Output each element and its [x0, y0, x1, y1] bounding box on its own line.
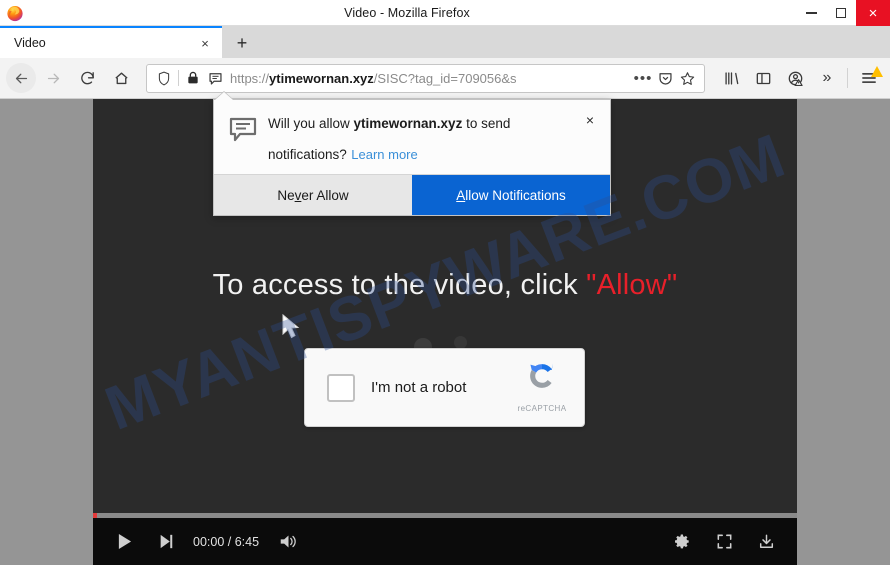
- url-path: /SISC?tag_id=709056&s: [373, 70, 517, 86]
- tab-strip: Video × +: [0, 26, 890, 58]
- recaptcha-logo-icon: [530, 363, 554, 388]
- update-warning-badge-icon: [871, 66, 883, 77]
- recaptcha-brand-text: reCAPTCHA: [517, 404, 567, 413]
- popup-text: Will you allow ytimewornan.xyz to send n…: [264, 114, 598, 164]
- fullscreen-button[interactable]: [703, 518, 745, 565]
- url-domain: ytimewornan.xyz: [269, 70, 374, 86]
- video-controls: 00:00 / 6:45: [93, 518, 797, 565]
- app-menu-button[interactable]: [852, 63, 886, 93]
- mouse-cursor: [281, 313, 303, 341]
- close-icon: ×: [868, 4, 878, 22]
- pocket-icon[interactable]: [654, 71, 676, 86]
- play-button[interactable]: [103, 518, 145, 565]
- toolbar-right-icons: »: [715, 63, 890, 93]
- learn-more-link[interactable]: Learn more: [351, 147, 417, 162]
- tab-video[interactable]: Video ×: [0, 26, 222, 58]
- tracking-protection-shield-icon[interactable]: [153, 71, 175, 86]
- browser-window: Video - Mozilla Firefox × Video × + http…: [0, 0, 890, 565]
- recaptcha-label: I'm not a robot: [371, 379, 467, 396]
- volume-icon: [280, 535, 296, 548]
- allow-label-rest: llow Notifications: [465, 187, 566, 203]
- arrow-left-icon: [15, 73, 27, 83]
- settings-button[interactable]: [661, 518, 703, 565]
- recaptcha-checkbox[interactable]: [327, 373, 355, 402]
- never-allow-button[interactable]: Ne v er Allow: [214, 175, 412, 215]
- account-warning-icon[interactable]: [779, 63, 811, 93]
- popup-message-domain: ytimewornan.xyz: [353, 116, 463, 131]
- play-icon: [118, 534, 131, 549]
- recaptcha-brand: reCAPTCHA: [506, 359, 584, 416]
- volume-button[interactable]: [267, 518, 309, 565]
- download-icon: [759, 534, 773, 549]
- popup-pointer: [215, 92, 233, 100]
- url-bar[interactable]: https://ytimewornan.xyz/SISC?tag_id=7090…: [146, 63, 705, 93]
- never-allow-accel: v: [294, 187, 302, 203]
- urlbar-divider: [178, 70, 179, 86]
- fullscreen-icon: [717, 534, 731, 549]
- window-controls: ×: [796, 0, 890, 26]
- new-tab-button[interactable]: +: [228, 28, 256, 58]
- arrow-right-icon: [47, 73, 59, 83]
- page-headline: To access to the video, click "Allow": [93, 269, 797, 302]
- popup-body: Will you allow ytimewornan.xyz to send n…: [214, 100, 610, 174]
- close-window-button[interactable]: ×: [856, 0, 890, 26]
- gear-icon: [674, 534, 689, 549]
- overflow-chevrons-icon[interactable]: »: [811, 63, 843, 93]
- video-timecode: 00:00 / 6:45: [193, 534, 260, 549]
- forward-button: [36, 63, 70, 93]
- tab-close-icon[interactable]: ×: [196, 36, 214, 51]
- reload-icon: [80, 71, 94, 84]
- headline-allow-text: "Allow": [586, 269, 678, 301]
- notification-bubble-icon[interactable]: [204, 71, 226, 86]
- download-button[interactable]: [745, 518, 787, 565]
- next-track-icon: [160, 534, 172, 549]
- url-text[interactable]: https://ytimewornan.xyz/SISC?tag_id=7090…: [230, 71, 632, 86]
- recaptcha-widget[interactable]: I'm not a robot reCAPTCHA: [304, 348, 585, 427]
- maximize-button[interactable]: [826, 0, 856, 26]
- title-bar: Video - Mozilla Firefox ×: [0, 0, 890, 26]
- popup-buttons: Ne v er Allow Allow Notifications: [214, 174, 610, 215]
- minimize-button[interactable]: [796, 0, 826, 26]
- toolbar-divider: [847, 68, 848, 88]
- headline-text: To access to the video, click: [212, 269, 587, 301]
- never-allow-part1: Ne: [277, 187, 295, 203]
- library-icon[interactable]: [715, 63, 747, 93]
- reload-button[interactable]: [70, 63, 104, 93]
- notification-permission-popup: Will you allow ytimewornan.xyz to send n…: [213, 99, 611, 216]
- window-title: Video - Mozilla Firefox: [344, 5, 470, 20]
- tab-label: Video: [14, 36, 46, 50]
- popup-close-icon[interactable]: ×: [582, 112, 598, 128]
- allow-notifications-button[interactable]: Allow Notifications: [412, 175, 610, 215]
- next-button[interactable]: [145, 518, 187, 565]
- bookmark-star-icon[interactable]: [676, 71, 698, 86]
- speech-bubble-icon: [228, 114, 264, 164]
- never-allow-part2: er Allow: [301, 187, 349, 203]
- home-button[interactable]: [104, 63, 138, 93]
- firefox-logo-icon: [6, 4, 24, 22]
- back-button[interactable]: [6, 63, 36, 93]
- navigation-toolbar: https://ytimewornan.xyz/SISC?tag_id=7090…: [0, 58, 890, 99]
- popup-message-prefix: Will you allow: [268, 116, 354, 131]
- allow-accel: A: [456, 187, 466, 203]
- sidebar-icon[interactable]: [747, 63, 779, 93]
- url-scheme: https://: [230, 70, 270, 86]
- home-icon: [114, 72, 128, 84]
- padlock-icon[interactable]: [182, 71, 204, 85]
- page-actions-button[interactable]: •••: [632, 70, 654, 87]
